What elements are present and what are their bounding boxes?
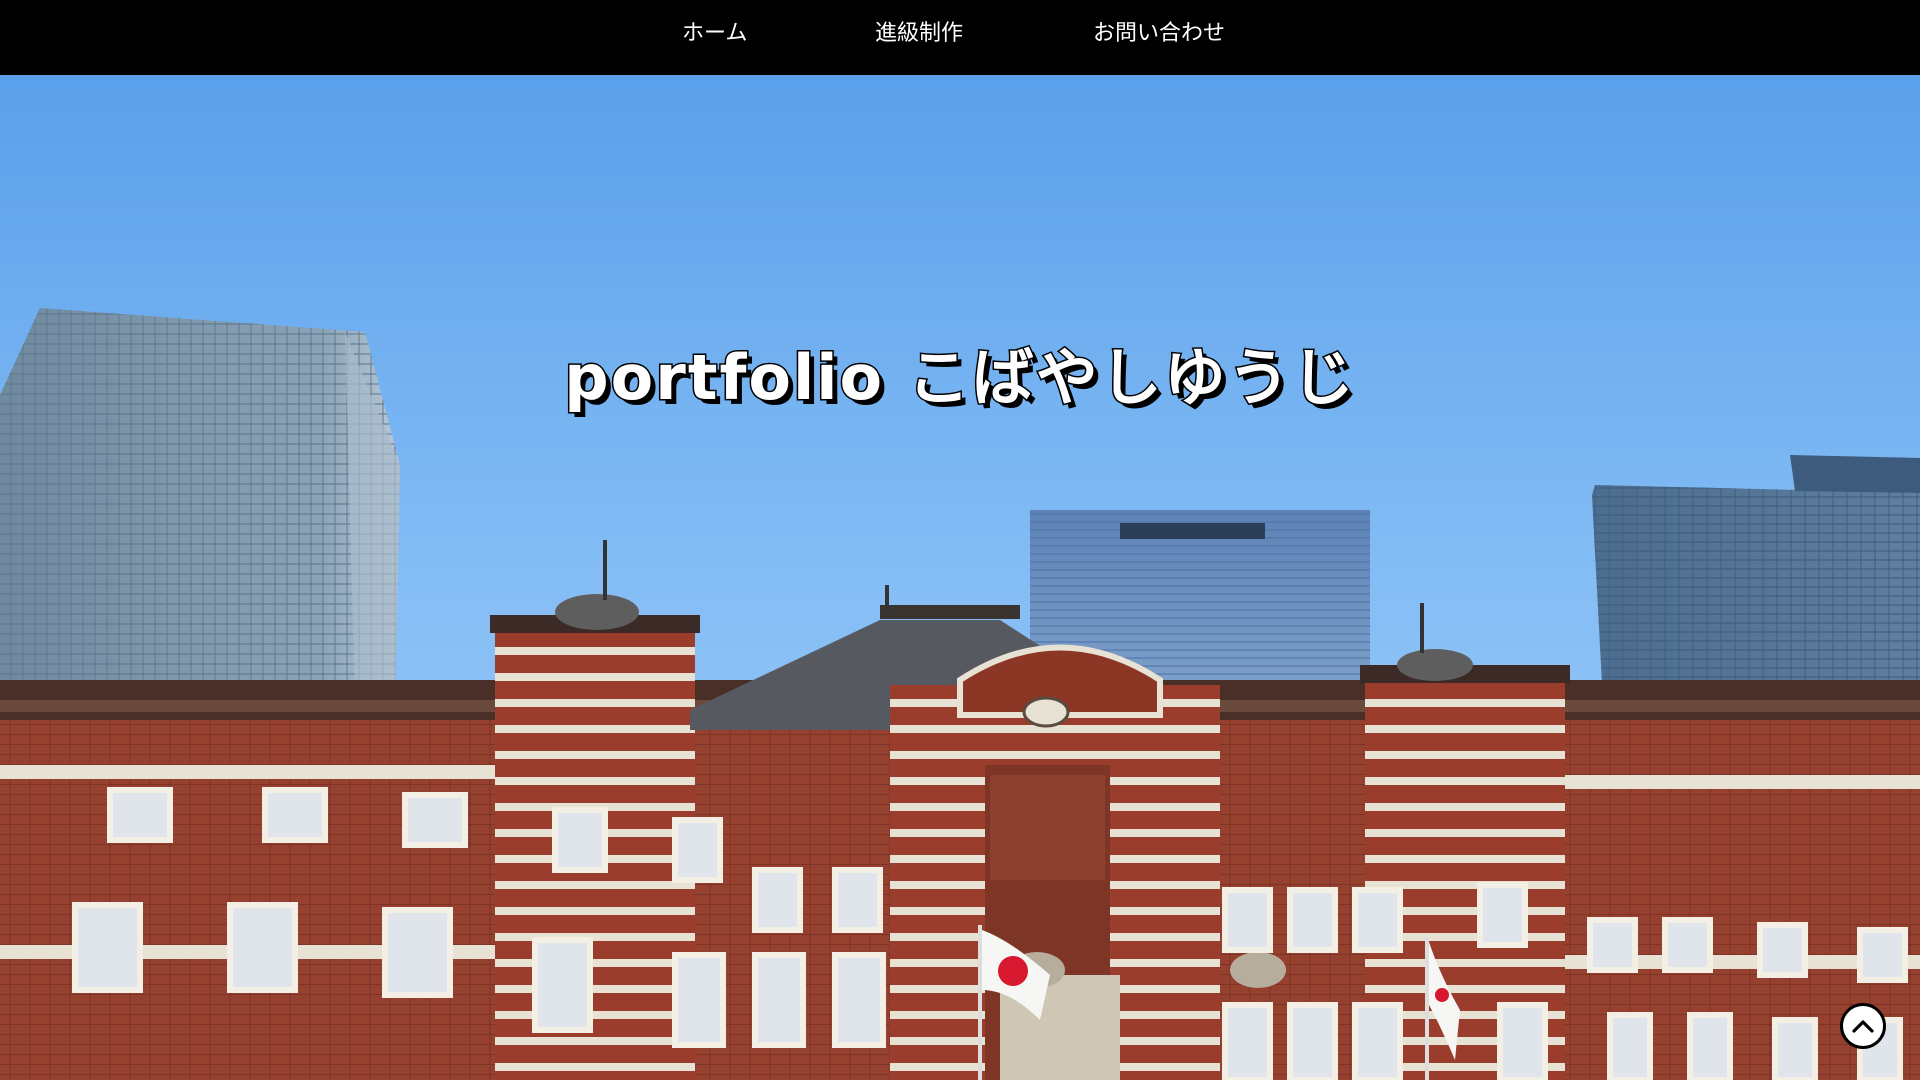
page: ホーム 進級制作 お問い合わせ portfolio こばやしゆうじ [0, 0, 1920, 1080]
nav-item-home[interactable]: ホーム [682, 19, 747, 49]
hero-title: portfolio こばやしゆうじ [563, 339, 1356, 415]
nav-list: ホーム 進級制作 お問い合わせ [0, 0, 1920, 75]
top-navbar: ホーム 進級制作 お問い合わせ [0, 0, 1920, 75]
nav-item-contact[interactable]: お問い合わせ [1093, 19, 1225, 49]
hero-image [0, 75, 1920, 1080]
chevron-up-icon [1852, 1020, 1874, 1033]
hero-section: portfolio こばやしゆうじ [0, 75, 1920, 1080]
back-to-top-button[interactable] [1840, 1003, 1886, 1049]
nav-item-works[interactable]: 進級制作 [875, 19, 963, 49]
